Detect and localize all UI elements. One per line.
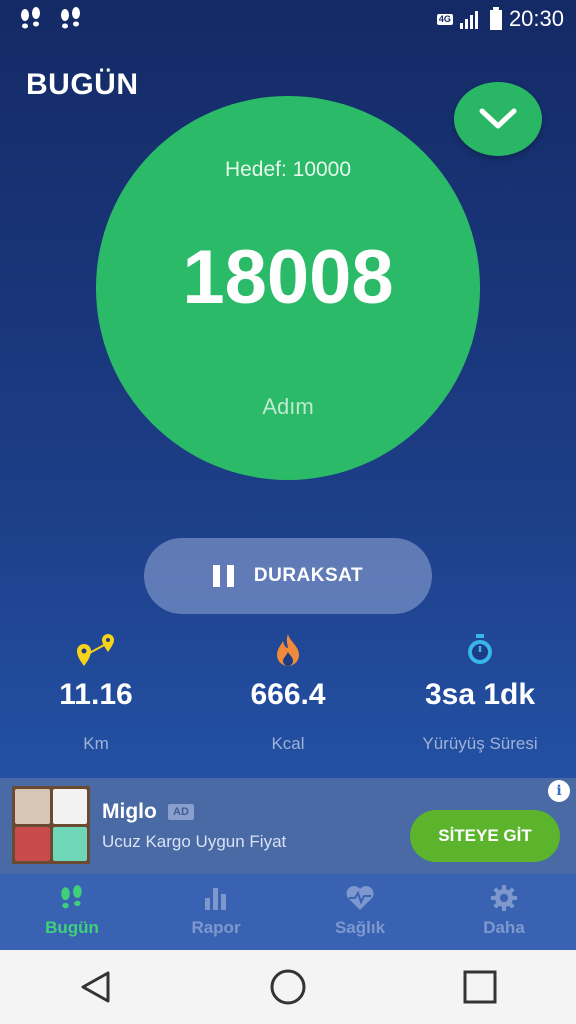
duration-label: Yürüyüş Süresi bbox=[422, 734, 538, 753]
stat-duration: 3sa 1dk Yürüyüş Süresi bbox=[384, 628, 576, 754]
tab-label: Daha bbox=[483, 918, 525, 937]
tab-report[interactable]: Rapor bbox=[144, 874, 288, 950]
dropdown-button[interactable] bbox=[454, 82, 542, 156]
stopwatch-icon bbox=[468, 634, 492, 664]
tab-health[interactable]: Sağlık bbox=[288, 874, 432, 950]
pause-button-label: DURAKSAT bbox=[253, 565, 364, 586]
calories-value: 666.4 bbox=[250, 678, 326, 711]
heart-pulse-icon bbox=[346, 886, 374, 910]
tab-more[interactable]: Daha bbox=[432, 874, 576, 950]
ad-thumbnail bbox=[12, 786, 90, 864]
distance-label: Km bbox=[83, 734, 109, 753]
footsteps-icon bbox=[61, 885, 82, 909]
step-count: 18008 bbox=[182, 235, 394, 320]
footsteps-icon bbox=[61, 7, 80, 29]
flame-icon bbox=[277, 634, 299, 666]
back-icon[interactable] bbox=[78, 969, 114, 1005]
route-pin-icon bbox=[77, 634, 114, 666]
bar-chart-icon bbox=[205, 888, 226, 910]
step-counter-circle: Hedef: 10000 18008 Adım bbox=[96, 96, 480, 480]
chevron-down-icon bbox=[479, 108, 517, 129]
status-right-icons: 4G 20:30 bbox=[436, 6, 564, 32]
status-bar: 4G 20:30 bbox=[0, 0, 576, 40]
ad-title: Miglo bbox=[102, 800, 157, 823]
network-icon: 4G bbox=[436, 13, 453, 25]
pause-icon bbox=[212, 565, 234, 587]
pause-button[interactable]: DURAKSAT bbox=[144, 538, 432, 614]
bottom-tab-bar: Bugün Rapor Sağlık Daha bbox=[0, 874, 576, 950]
system-nav-bar bbox=[0, 950, 576, 1024]
stat-distance: 11.16 Km bbox=[0, 628, 192, 754]
status-time: 20:30 bbox=[508, 6, 564, 31]
home-icon[interactable] bbox=[269, 968, 307, 1006]
ad-visit-button[interactable]: SİTEYE GİT bbox=[410, 810, 560, 862]
distance-value: 11.16 bbox=[59, 678, 133, 711]
recents-icon[interactable] bbox=[462, 969, 498, 1005]
tab-today[interactable]: Bugün bbox=[0, 874, 144, 950]
ad-badge: AD bbox=[168, 804, 194, 820]
duration-value: 3sa 1dk bbox=[424, 678, 536, 711]
step-unit: Adım bbox=[262, 394, 314, 419]
signal-icon bbox=[459, 11, 478, 29]
stat-calories: 666.4 Kcal bbox=[192, 628, 384, 754]
battery-icon bbox=[489, 7, 502, 30]
footsteps-icon bbox=[21, 7, 40, 29]
ad-subtitle: Ucuz Kargo Uygun Fiyat bbox=[102, 832, 287, 851]
status-left-icons bbox=[18, 6, 84, 32]
tab-label: Rapor bbox=[191, 918, 241, 937]
gear-icon bbox=[491, 885, 517, 911]
calories-label: Kcal bbox=[271, 734, 305, 753]
goal-text: Hedef: 10000 bbox=[224, 158, 352, 181]
page-title: BUGÜN bbox=[26, 68, 139, 101]
tab-label: Bugün bbox=[45, 918, 99, 937]
info-icon[interactable]: i bbox=[548, 780, 570, 802]
tab-label: Sağlık bbox=[334, 918, 386, 937]
